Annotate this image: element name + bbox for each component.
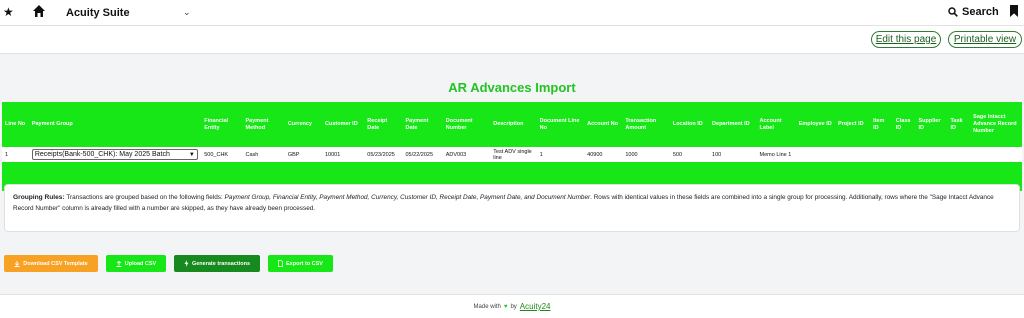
column-header: Receipt Date (367, 117, 388, 131)
table-row: 1 Receipts(Bank-500_CHK): May 2025 Batch… (2, 147, 1022, 162)
cell-customer-id[interactable]: 10001 (322, 147, 364, 162)
home-icon[interactable] (32, 4, 46, 18)
cell-account-label[interactable]: Memo Line 1 (757, 147, 796, 162)
page-actions-bar: Edit this page Printable view (0, 26, 1024, 54)
column-header: Task ID (950, 117, 963, 131)
column-header: Payment Group (31, 121, 73, 127)
column-header: Item ID (873, 117, 885, 131)
column-header: Project ID (837, 121, 864, 127)
cell-payment-group: Receipts(Bank-500_CHK): May 2025 Batch ▼ (29, 147, 201, 162)
column-header: Description (493, 121, 524, 127)
column-header: Employee ID (798, 121, 832, 127)
bookmark-icon[interactable] (1010, 5, 1018, 17)
column-header: Supplier ID (918, 117, 941, 131)
cell-sage-record-number[interactable] (970, 147, 1022, 162)
cell-employee-id[interactable] (796, 147, 835, 162)
upload-icon (116, 260, 122, 267)
column-header: Line No (5, 121, 26, 127)
column-header: Payment Date (405, 117, 429, 131)
payment-group-value: Receipts(Bank-500_CHK): May 2025 Batch (34, 151, 170, 158)
cell-transaction-amount[interactable]: 1000 (622, 147, 669, 162)
column-header: Department ID (712, 121, 750, 127)
column-header: Transaction Amount (625, 117, 657, 131)
cell-account-no[interactable]: 40900 (584, 147, 622, 162)
cell-financial-entity[interactable]: 500_CHK (201, 147, 242, 162)
search-button[interactable]: Search (948, 6, 999, 18)
cell-project-id[interactable] (835, 147, 870, 162)
upload-csv-button[interactable]: Upload CSV (106, 255, 166, 272)
printable-view-button[interactable]: Printable view (948, 31, 1022, 48)
export-to-csv-label: Export to CSV (286, 260, 323, 267)
heart-icon: ♥ (503, 303, 508, 310)
chevron-down-icon[interactable]: ⌄ (183, 7, 191, 18)
generate-transactions-button[interactable]: Generate transactions (174, 255, 260, 272)
column-header: Account No (587, 121, 619, 127)
lightning-icon (184, 260, 189, 267)
edit-page-button[interactable]: Edit this page (871, 31, 941, 48)
export-to-csv-button[interactable]: Export to CSV (268, 255, 333, 272)
column-header: Payment Method (245, 117, 269, 131)
cell-currency[interactable]: GBP (285, 147, 322, 162)
column-header: Account Label (759, 117, 782, 131)
column-header: Sage Intacct Advance Record Number (973, 114, 1017, 134)
cell-class-id[interactable] (893, 147, 916, 162)
cell-supplier-id[interactable] (915, 147, 947, 162)
column-header: Currency (287, 121, 312, 127)
grouping-rules-panel: Grouping Rules: Transactions are grouped… (4, 184, 1020, 232)
cell-task-id[interactable] (947, 147, 970, 162)
column-header: Class ID (895, 117, 911, 131)
column-header: Document Number (445, 117, 473, 131)
footer-brand-link[interactable]: Acuity24 (520, 302, 551, 311)
search-label: Search (962, 6, 999, 18)
app-switcher-label[interactable]: Acuity Suite (66, 7, 130, 19)
cell-department-id[interactable]: 100 (709, 147, 756, 162)
generate-transactions-label: Generate transactions (191, 260, 251, 267)
column-header: Financial Entity (204, 117, 229, 131)
download-icon (14, 260, 20, 267)
file-export-icon (278, 260, 283, 267)
cell-payment-date[interactable]: 05/22/2025 (402, 147, 442, 162)
footer-by: by (510, 303, 517, 310)
cell-item-id[interactable] (870, 147, 893, 162)
search-icon (948, 7, 958, 17)
payment-group-select[interactable]: Receipts(Bank-500_CHK): May 2025 Batch ▼ (31, 149, 198, 160)
column-header: Location ID (672, 121, 703, 127)
column-header: Document Line No (539, 117, 580, 131)
rules-text-intro: Transactions are grouped based on the fo… (64, 194, 225, 201)
chevron-down-icon: ▼ (188, 151, 195, 158)
cell-payment-method[interactable]: Cash (243, 147, 285, 162)
page-title: AR Advances Import (448, 80, 576, 95)
cell-description[interactable]: Test ADV single line (490, 147, 536, 162)
grid-header-row: Line No Payment Group Financial Entity P… (2, 102, 1022, 147)
footer-made-with: Made with (473, 303, 501, 310)
cell-location-id[interactable]: 500 (670, 147, 709, 162)
footer: Made with ♥ by Acuity24 (0, 294, 1024, 318)
download-csv-template-label: Download CSV Template (23, 260, 88, 267)
column-header: Customer ID (324, 121, 358, 127)
cell-document-number[interactable]: ADV003 (443, 147, 490, 162)
import-grid: Line No Payment Group Financial Entity P… (2, 102, 1022, 191)
rules-fields: Payment Group, Financial Entity, Payment… (224, 194, 591, 201)
top-navigation-bar: ★ Acuity Suite ⌄ Search (0, 0, 1024, 26)
cell-line-no[interactable]: 1 (2, 147, 29, 162)
cell-document-line-no[interactable]: 1 (537, 147, 584, 162)
download-csv-template-button[interactable]: Download CSV Template (4, 255, 98, 272)
star-icon[interactable]: ★ (3, 5, 14, 19)
cell-receipt-date[interactable]: 05/23/2025 (364, 147, 402, 162)
upload-csv-label: Upload CSV (124, 260, 157, 267)
rules-heading: Grouping Rules: (13, 194, 65, 201)
